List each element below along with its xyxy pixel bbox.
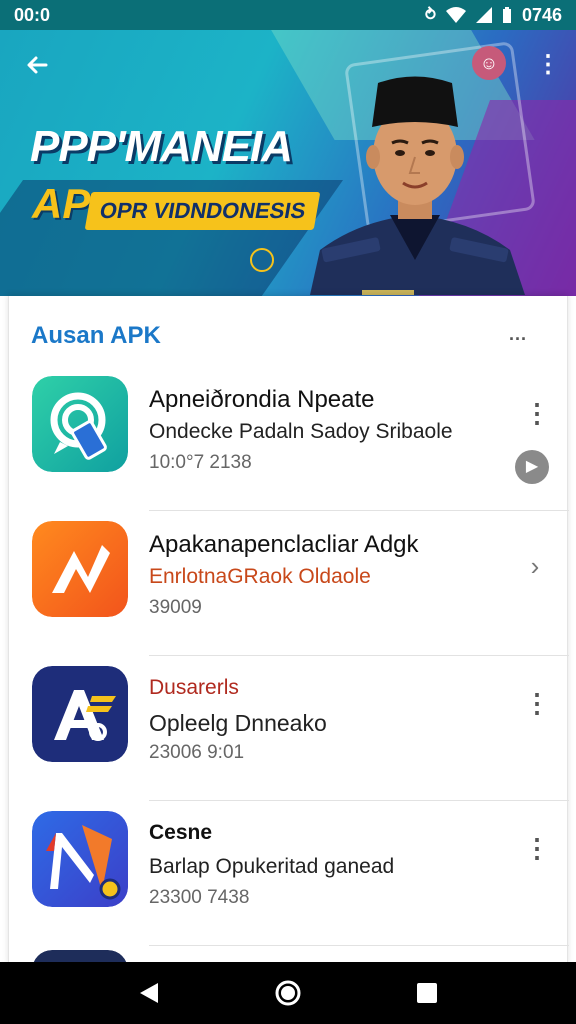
app-title: Cesne bbox=[149, 821, 213, 844]
more-vertical-icon: ⋮ bbox=[536, 51, 560, 78]
status-time: 00:0 bbox=[14, 4, 51, 25]
profile-button[interactable]: ☺ bbox=[472, 46, 506, 80]
signal-icon bbox=[475, 7, 492, 23]
list-item[interactable]: Apakanapenclacliar Adgk EnrlotnaGRaok Ol… bbox=[9, 511, 569, 656]
app-subtitle: Opleelg Dnneako bbox=[149, 710, 327, 736]
hero-banner: PPP'MANEIA AP OPR VIDNDONESIS ☺ ⋮ bbox=[0, 30, 576, 296]
app-subtitle: Ondecke Padaln Sadoy Sribaole bbox=[149, 420, 453, 443]
triangle-back-icon bbox=[140, 983, 159, 1003]
orange-logo-icon bbox=[32, 521, 128, 617]
status-bar: 00:0 ⥁ 0746 bbox=[0, 0, 576, 30]
chevron-right-icon: › bbox=[530, 551, 540, 581]
item-menu-button[interactable]: ⋮ bbox=[524, 686, 550, 720]
square-recents-icon bbox=[416, 983, 437, 1003]
battery-icon bbox=[502, 7, 511, 23]
open-chevron-button[interactable]: › bbox=[524, 551, 546, 581]
list-item[interactable]: Dusarerls Opleelg Dnneako 23006 9:01 ⋮ bbox=[9, 656, 569, 801]
app-icon bbox=[32, 811, 128, 907]
status-clock: 0746 bbox=[521, 4, 562, 25]
app-meta: 23006 9:01 bbox=[149, 742, 245, 763]
circle-home-icon bbox=[275, 980, 301, 1006]
person-illustration bbox=[310, 76, 525, 295]
speed-a-logo-icon bbox=[32, 666, 128, 762]
blue-n-logo-icon bbox=[32, 811, 128, 907]
more-vertical-icon: ⋮ bbox=[524, 688, 550, 718]
nav-back-button[interactable] bbox=[129, 973, 169, 1013]
nav-home-button[interactable] bbox=[268, 973, 308, 1013]
hero-title: PPP'MANEIA bbox=[30, 122, 293, 171]
app-icon bbox=[32, 521, 128, 617]
app-list-sheet: Ausan APK ... Apneiðrondia Npeate Ondeck… bbox=[8, 296, 569, 966]
item-menu-button[interactable]: ⋮ bbox=[524, 396, 550, 430]
item-menu-button[interactable]: ⋮ bbox=[524, 831, 550, 865]
sync-icon: ⥁ bbox=[425, 7, 436, 24]
hero-decor-circle bbox=[250, 248, 274, 272]
play-icon: ▶ bbox=[525, 458, 539, 475]
list-item[interactable]: Cesne Barlap Opukeritad ganead 23300 743… bbox=[9, 801, 569, 946]
chat-shield-icon bbox=[32, 376, 128, 472]
app-title: Apneiðrondia Npeate bbox=[149, 386, 375, 413]
app-title: Apakanapenclacliar Adgk bbox=[149, 531, 419, 558]
more-vertical-icon: ⋮ bbox=[524, 833, 550, 863]
app-subtitle: Barlap Opukeritad ganead bbox=[149, 855, 395, 878]
more-vertical-icon: ⋮ bbox=[524, 398, 550, 428]
wifi-icon bbox=[445, 7, 466, 23]
status-icons: ⥁ 0746 bbox=[425, 5, 562, 26]
overflow-menu-button[interactable]: ⋮ bbox=[536, 50, 560, 80]
app-meta: 39009 bbox=[149, 597, 202, 618]
app-icon bbox=[32, 666, 128, 762]
app-subtitle: EnrlotnaGRaok Oldaole bbox=[149, 565, 371, 588]
section-title: Ausan APK bbox=[31, 322, 161, 349]
app-meta: 10:0°7 2138 bbox=[149, 452, 252, 473]
arrow-left-icon bbox=[27, 56, 48, 74]
section-more-button[interactable]: ... bbox=[509, 324, 527, 345]
app-icon bbox=[32, 376, 128, 472]
back-button[interactable] bbox=[20, 52, 54, 86]
app-title: Dusarerls bbox=[149, 676, 239, 699]
hero-ap-label: AP bbox=[32, 180, 91, 227]
nav-recents-button[interactable] bbox=[407, 973, 447, 1013]
hero-subtitle-banner: OPR VIDNDONESIS bbox=[84, 192, 321, 230]
list-item[interactable]: Apneiðrondia Npeate Ondecke Padaln Sadoy… bbox=[9, 366, 569, 511]
system-nav-bar bbox=[0, 962, 576, 1024]
play-button[interactable]: ▶ bbox=[515, 450, 549, 484]
app-meta: 23300 7438 bbox=[149, 887, 250, 908]
user-icon: ☺ bbox=[479, 53, 499, 73]
